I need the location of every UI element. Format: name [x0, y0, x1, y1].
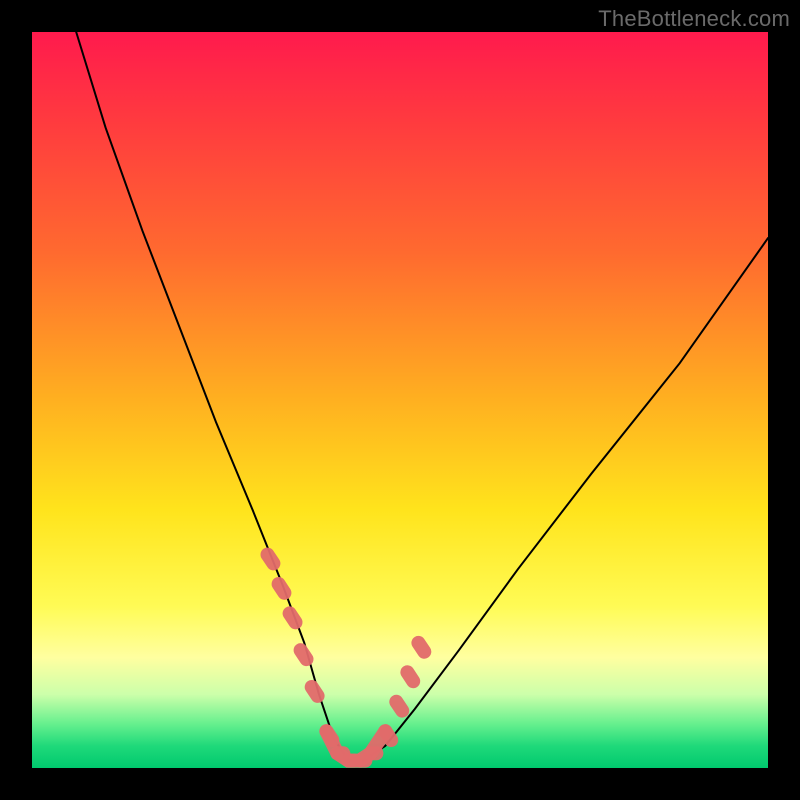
overlay-dot — [268, 555, 274, 564]
overlay-dot — [407, 672, 413, 681]
overlay-dot — [418, 643, 424, 652]
chart-frame: TheBottleneck.com — [0, 0, 800, 800]
overlay-dot — [301, 650, 307, 659]
overlay-dot — [290, 613, 296, 622]
chart-svg — [32, 32, 768, 768]
chart-plot-area — [32, 32, 768, 768]
overlay-dot — [312, 687, 318, 696]
overlay-dot — [396, 702, 402, 711]
watermark-text: TheBottleneck.com — [598, 6, 790, 32]
overlay-trough — [326, 731, 385, 760]
overlay-dot — [279, 584, 285, 593]
overlay-group — [268, 555, 425, 761]
